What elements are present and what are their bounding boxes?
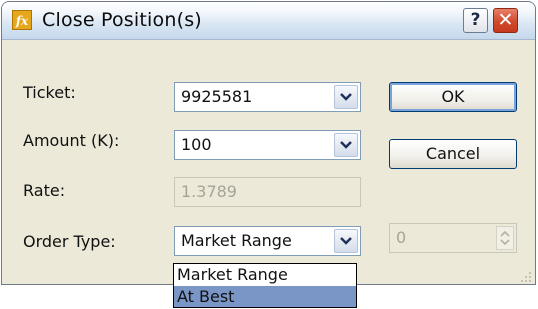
rate-label: Rate: xyxy=(23,181,66,200)
order-type-value: Market Range xyxy=(181,231,292,250)
ticket-label: Ticket: xyxy=(23,83,76,102)
ticket-combo[interactable]: 9925581 xyxy=(174,82,361,112)
range-spinner: 0 xyxy=(389,223,517,253)
chevron-down-icon xyxy=(340,237,352,245)
cancel-button[interactable]: Cancel xyxy=(389,139,517,169)
window-title: Close Position(s) xyxy=(42,9,202,31)
help-icon: ? xyxy=(470,10,481,30)
spin-arrows-icon xyxy=(496,226,514,250)
ticket-value: 9925581 xyxy=(181,87,253,106)
fx-app-icon: fx xyxy=(12,10,32,30)
range-value: 0 xyxy=(396,228,407,247)
chevron-down-icon xyxy=(340,141,352,149)
resize-grip-icon[interactable] xyxy=(520,271,532,283)
close-icon: ✕ xyxy=(497,9,514,31)
rate-field: 1.3789 xyxy=(174,177,361,207)
amount-dropdown-button[interactable] xyxy=(334,133,358,157)
amount-combo[interactable]: 100 xyxy=(174,130,361,160)
screen: fx Close Position(s) ? ✕ Ticket: 9925581… xyxy=(0,0,538,309)
amount-label: Amount (K): xyxy=(23,131,120,150)
order-type-dropdown-button[interactable] xyxy=(334,229,358,253)
chevron-down-icon xyxy=(340,93,352,101)
help-button[interactable]: ? xyxy=(463,8,488,33)
rate-value: 1.3789 xyxy=(181,182,237,201)
ok-button[interactable]: OK xyxy=(389,82,517,112)
dialog-body: Ticket: 9925581 Amount (K): 100 Rate: 1.… xyxy=(2,40,535,284)
order-type-listbox[interactable]: Market Range At Best xyxy=(173,263,357,308)
amount-value: 100 xyxy=(181,135,212,154)
title-bar[interactable]: fx Close Position(s) ? ✕ xyxy=(2,2,535,40)
option-market-range[interactable]: Market Range xyxy=(174,264,356,285)
option-at-best[interactable]: At Best xyxy=(174,286,356,307)
close-positions-dialog: fx Close Position(s) ? ✕ Ticket: 9925581… xyxy=(1,1,536,285)
order-type-label: Order Type: xyxy=(23,232,116,251)
close-button[interactable]: ✕ xyxy=(493,8,518,33)
order-type-combo[interactable]: Market Range xyxy=(174,226,361,256)
ticket-dropdown-button[interactable] xyxy=(334,85,358,109)
